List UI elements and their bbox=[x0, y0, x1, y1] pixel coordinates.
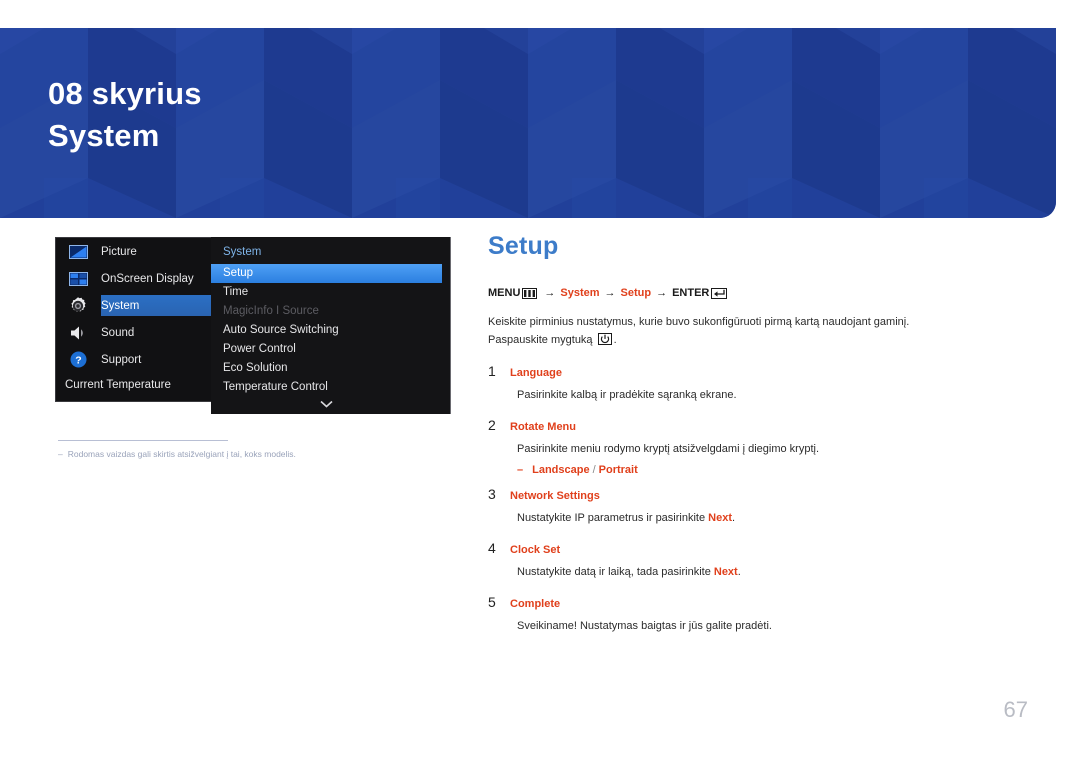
step-item: 1 Language bbox=[488, 363, 1008, 379]
osd-item-label: Picture bbox=[101, 245, 137, 258]
step-description-before: Nustatykite datą ir laiką, tada pasirink… bbox=[517, 566, 714, 579]
step-options: – Landscape / Portrait bbox=[517, 464, 1008, 476]
step-description: Sveikiname! Nustatymas baigtas ir jūs ga… bbox=[517, 619, 772, 632]
osd-footnote: – Rodomas vaizdas gali skirtis atsižvelg… bbox=[58, 440, 388, 460]
speaker-icon bbox=[65, 323, 91, 343]
step-number: 4 bbox=[488, 540, 496, 557]
osd-submenu-item-time[interactable]: Time bbox=[211, 283, 450, 302]
path-arrow: → bbox=[604, 287, 616, 299]
banner-text-group: 08 skyrius System bbox=[48, 74, 202, 155]
page-title: System bbox=[48, 117, 160, 153]
section-heading: Setup bbox=[488, 232, 559, 260]
path-step-system: System bbox=[560, 287, 600, 299]
intro-line-1: Keiskite pirminius nustatymus, kurie buv… bbox=[488, 316, 910, 328]
intro-line-2-after: . bbox=[613, 334, 617, 347]
step-label: Complete bbox=[510, 597, 561, 610]
step-description: Pasirinkite meniu rodymo kryptį atsižvel… bbox=[517, 442, 819, 455]
path-arrow: → bbox=[544, 287, 556, 299]
step-label: Language bbox=[510, 367, 562, 380]
osd-submenu-title: System bbox=[223, 246, 262, 258]
osd-submenu-item-auto-source-switching[interactable]: Auto Source Switching bbox=[211, 321, 450, 340]
step-item: 4 Clock Set bbox=[488, 540, 1008, 556]
option-separator: / bbox=[592, 464, 596, 477]
step-description-after: . bbox=[732, 512, 736, 525]
step-description-before: Nustatykite IP parametrus ir pasirinkite bbox=[517, 512, 709, 525]
chevron-down-icon[interactable] bbox=[211, 399, 442, 411]
step-description: Nustatykite IP parametrus ir pasirinkite… bbox=[517, 510, 1008, 528]
step-number: 5 bbox=[488, 593, 496, 610]
chapter-banner: 08 skyrius System bbox=[0, 28, 1056, 218]
footnote-dash: – bbox=[58, 449, 63, 459]
osd-submenu-item-eco-solution[interactable]: Eco Solution bbox=[211, 359, 450, 378]
step-description: Nustatykite datą ir laiką, tada pasirink… bbox=[517, 564, 1008, 582]
gear-icon bbox=[65, 296, 91, 316]
step-number: 1 bbox=[488, 363, 496, 380]
footnote-divider bbox=[58, 440, 228, 441]
osd-mockup: Picture OnScreen Display System Sound ? … bbox=[55, 237, 451, 414]
step-label: Rotate Menu bbox=[510, 420, 576, 433]
step-description-accent: Next bbox=[713, 566, 738, 579]
option-landscape: Landscape bbox=[532, 464, 590, 477]
option-portrait: Portrait bbox=[598, 464, 638, 477]
power-icon bbox=[597, 333, 612, 346]
onscreen-display-icon bbox=[65, 269, 91, 289]
step-description: Pasirinkite kalbą ir pradėkite sąranką e… bbox=[517, 389, 737, 402]
page-number: 67 bbox=[1003, 697, 1028, 722]
osd-item-label: System bbox=[101, 299, 140, 312]
step-item: 2 Rotate Menu bbox=[488, 417, 1008, 433]
osd-item-label: Support bbox=[101, 353, 142, 366]
osd-submenu-item-setup[interactable]: Setup bbox=[211, 264, 442, 283]
osd-item-label: Sound bbox=[101, 326, 135, 339]
chapter-label: 08 skyrius bbox=[48, 76, 202, 111]
enter-word: ENTER bbox=[672, 287, 710, 299]
enter-icon bbox=[711, 287, 728, 299]
step-number: 3 bbox=[488, 486, 496, 503]
step-description-after: . bbox=[737, 566, 741, 579]
option-dash: – bbox=[517, 464, 524, 477]
osd-item-label: OnScreen Display bbox=[101, 272, 194, 285]
osd-submenu-item-temperature-control[interactable]: Temperature Control bbox=[211, 378, 450, 397]
footnote-text: Rodomas vaizdas gali skirtis atsižvelgia… bbox=[67, 449, 296, 459]
path-arrow: → bbox=[656, 287, 668, 299]
osd-submenu-item-power-control[interactable]: Power Control bbox=[211, 340, 450, 359]
step-item: 3 Network Settings bbox=[488, 486, 1008, 502]
step-description-accent: Next bbox=[708, 512, 732, 525]
picture-icon bbox=[65, 242, 91, 262]
step-label: Clock Set bbox=[510, 544, 561, 557]
osd-submenu-item-magicinfo-i-source: MagicInfo I Source bbox=[223, 305, 319, 317]
menu-word: MENU bbox=[488, 287, 521, 299]
osd-submenu-panel: System Setup Time MagicInfo I Source Aut… bbox=[211, 237, 451, 414]
menu-icon bbox=[522, 287, 538, 299]
intro-paragraph: Keiskite pirminius nustatymus, kurie buv… bbox=[488, 313, 1008, 349]
step-number: 2 bbox=[488, 416, 496, 433]
question-circle-icon: ? bbox=[65, 350, 91, 370]
svg-text:?: ? bbox=[75, 354, 81, 366]
content-column: Setup MENU → System → Setup → ENTER Keis… bbox=[488, 232, 1008, 647]
menu-path-breadcrumb: MENU → System → Setup → ENTER bbox=[488, 285, 1008, 301]
intro-line-2-before: Paspauskite mygtuką bbox=[488, 334, 593, 347]
path-step-setup: Setup bbox=[620, 287, 652, 299]
step-item: 5 Complete bbox=[488, 594, 1008, 610]
step-label: Network Settings bbox=[510, 490, 600, 503]
